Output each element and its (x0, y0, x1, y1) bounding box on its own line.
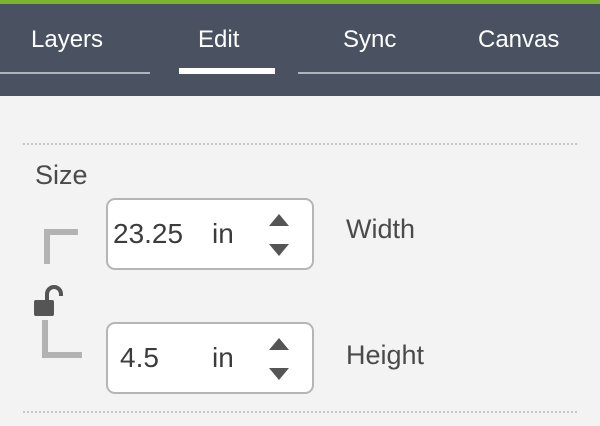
width-decrement-button[interactable] (266, 240, 292, 262)
proportion-bracket-bottom (42, 320, 82, 358)
height-spinbox[interactable]: in (106, 322, 314, 394)
height-label: Height (346, 340, 425, 370)
width-label: Width (346, 214, 416, 244)
size-section-title: Size (35, 160, 88, 190)
section-divider-top (23, 143, 577, 145)
tab-edit[interactable]: Edit (198, 26, 239, 54)
height-decrement-button[interactable] (266, 364, 292, 386)
tab-layers[interactable]: Layers (31, 26, 103, 54)
tab-sync[interactable]: Sync (343, 26, 396, 54)
section-divider-bottom (23, 411, 577, 413)
caret-down-icon (269, 368, 289, 380)
caret-up-icon (269, 214, 289, 226)
tab-canvas[interactable]: Canvas (478, 26, 559, 54)
tab-underline-left (0, 72, 150, 74)
width-spinbox[interactable]: in (106, 198, 314, 270)
tab-bar: Layers Edit Sync Canvas (0, 4, 600, 96)
unlocked-padlock-icon[interactable] (32, 284, 72, 318)
height-unit: in (212, 342, 234, 373)
caret-down-icon (269, 244, 289, 256)
tab-active-indicator (179, 68, 275, 74)
proportion-bracket-top (44, 229, 78, 264)
height-input[interactable] (120, 342, 200, 374)
tab-underline-right (298, 72, 600, 74)
caret-up-icon (269, 338, 289, 350)
width-increment-button[interactable] (266, 210, 292, 232)
width-unit: in (212, 218, 234, 249)
width-input[interactable] (113, 218, 209, 250)
height-increment-button[interactable] (266, 334, 292, 356)
